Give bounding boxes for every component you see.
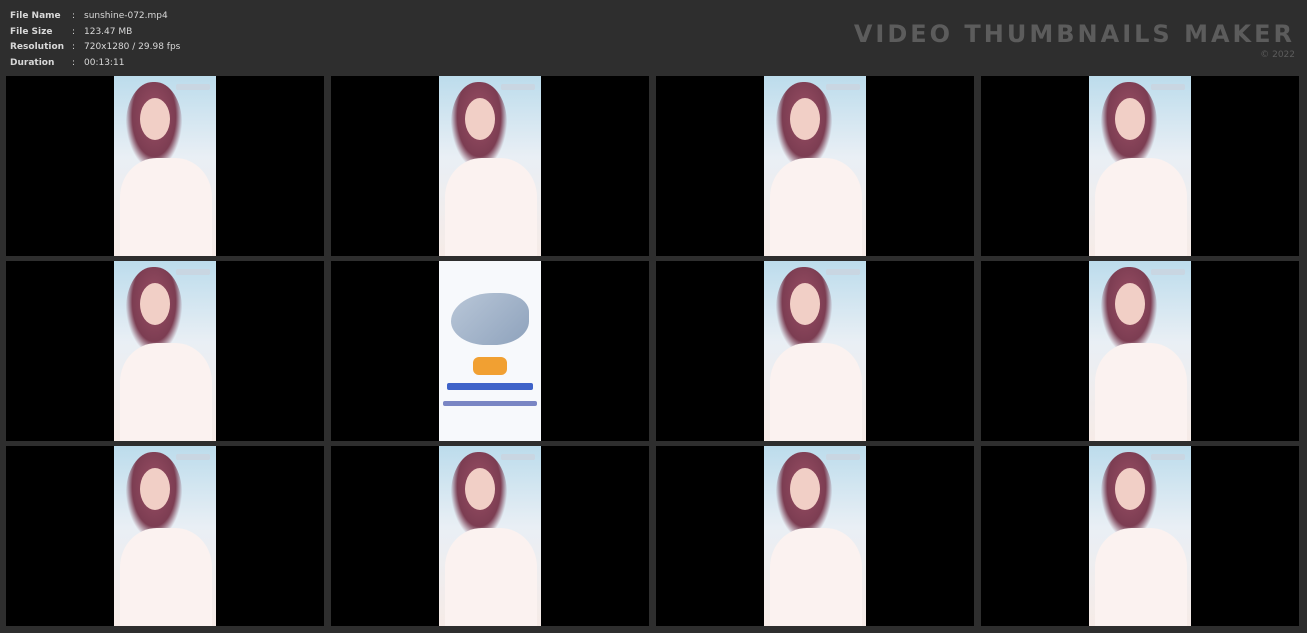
thumbnail-frame — [331, 76, 649, 256]
image-shape-face — [790, 283, 820, 325]
image-shape-body — [1095, 343, 1187, 441]
portrait-image — [1089, 446, 1191, 626]
portrait-image — [1089, 76, 1191, 256]
thumbnail-grid — [6, 76, 1299, 626]
image-shape-face — [140, 98, 170, 140]
portrait-image — [114, 76, 216, 256]
portrait-image — [439, 76, 541, 256]
info-row-file-name: File Name : sunshine-072.mp4 — [10, 9, 180, 25]
info-value: 720x1280 / 29.98 fps — [84, 42, 181, 52]
info-label: Resolution — [10, 42, 65, 52]
image-shape-face — [1115, 283, 1145, 325]
thumbnail-frame — [656, 446, 974, 626]
thumbnail-frame — [6, 76, 324, 256]
thumbnail-frame — [981, 76, 1299, 256]
image-shape-face — [790, 98, 820, 140]
video-info: File Name : sunshine-072.mp4 File Size :… — [10, 9, 180, 71]
brand-title: VIDEO THUMBNAILS MAKER — [853, 20, 1295, 48]
image-shape-face — [140, 468, 170, 510]
portrait-image — [114, 261, 216, 441]
image-shape-body — [770, 528, 862, 626]
brand-watermark: VIDEO THUMBNAILS MAKER © 2022 — [854, 20, 1295, 60]
image-shape-body — [445, 528, 537, 626]
image-shape-bird — [451, 293, 529, 345]
image-shape-face — [140, 283, 170, 325]
image-shape-body — [445, 158, 537, 256]
image-shape-text — [176, 84, 210, 90]
portrait-image — [114, 446, 216, 626]
thumbnail-frame — [656, 76, 974, 256]
portrait-image — [764, 446, 866, 626]
portrait-image — [764, 261, 866, 441]
image-shape-text — [826, 84, 860, 90]
image-shape-face — [1115, 468, 1145, 510]
thumbnail-frame — [331, 446, 649, 626]
image-shape-body — [770, 158, 862, 256]
image-shape-body — [1095, 528, 1187, 626]
image-shape-body — [1095, 158, 1187, 256]
portrait-image — [764, 76, 866, 256]
image-shape-text — [176, 269, 210, 275]
info-label: File Name — [10, 11, 61, 21]
image-shape-text — [826, 269, 860, 275]
info-row-resolution: Resolution : 720x1280 / 29.98 fps — [10, 40, 180, 56]
image-shape-body — [770, 343, 862, 441]
brand-url: © 2022 — [1260, 50, 1295, 60]
thumbnail-frame — [981, 446, 1299, 626]
image-shape-body — [120, 528, 212, 626]
image-shape-body — [120, 158, 212, 256]
image-shape-face — [790, 468, 820, 510]
info-value: 00:13:11 — [84, 57, 125, 68]
image-shape-text — [1151, 84, 1185, 90]
image-shape-line1 — [447, 383, 533, 390]
info-colon: : — [72, 11, 76, 21]
image-shape-face — [465, 468, 495, 510]
image-shape-body — [120, 343, 212, 441]
image-shape-face — [1115, 98, 1145, 140]
info-value: sunshine-072.mp4 — [84, 11, 168, 21]
info-label: Duration — [10, 57, 55, 68]
portrait-image — [439, 446, 541, 626]
info-colon: : — [72, 57, 76, 68]
thumbnail-frame — [331, 261, 649, 441]
info-row-file-size: File Size : 123.47 MB — [10, 25, 180, 41]
info-row-duration: Duration : 00:13:11 — [10, 56, 180, 72]
header: File Name : sunshine-072.mp4 File Size :… — [0, 0, 1307, 74]
image-shape-text — [501, 454, 535, 460]
image-shape-line2 — [443, 401, 537, 406]
image-shape-text — [826, 454, 860, 460]
image-shape-text — [176, 454, 210, 460]
image-shape-text — [1151, 454, 1185, 460]
image-shape-face — [465, 98, 495, 140]
image-shape-orange — [473, 357, 507, 375]
portrait-image — [1089, 261, 1191, 441]
info-colon: : — [72, 26, 76, 37]
info-label: File Size — [10, 26, 53, 37]
thumbnail-frame — [656, 261, 974, 441]
info-colon: : — [72, 42, 76, 52]
promo-image — [439, 261, 541, 441]
thumbnail-frame — [6, 446, 324, 626]
image-shape-text — [501, 84, 535, 90]
info-value: 123.47 MB — [84, 26, 133, 37]
image-shape-text — [1151, 269, 1185, 275]
thumbnail-frame — [981, 261, 1299, 441]
thumbnail-frame — [6, 261, 324, 441]
